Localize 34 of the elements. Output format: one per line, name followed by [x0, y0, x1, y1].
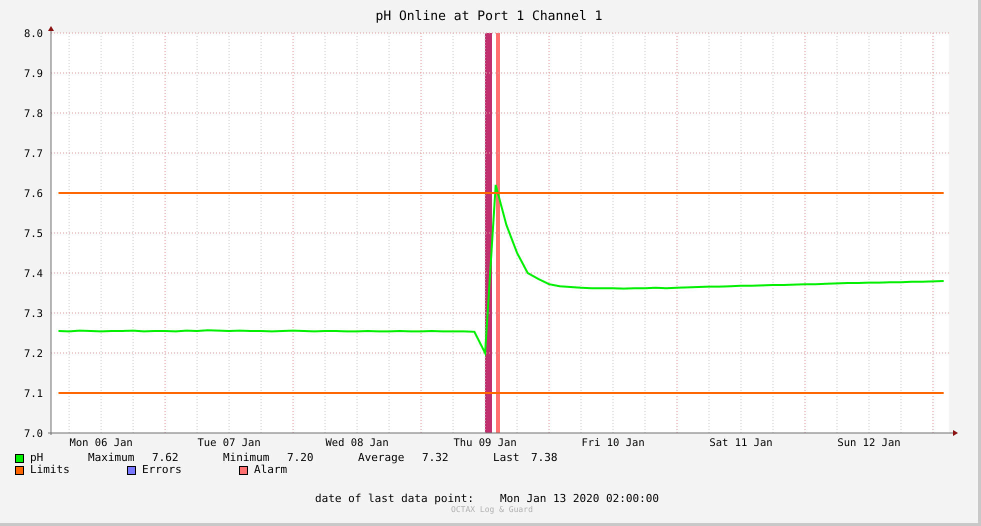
axis-label: 7.9 [24, 68, 43, 80]
stat-value: 7.38 [531, 452, 558, 464]
axis-label: Sat 11 Jan [709, 437, 773, 449]
legend-label: Errors [142, 464, 183, 476]
axis-label: 7.7 [24, 148, 43, 160]
stat-label: Minimum [223, 452, 270, 464]
axis-label: 7.6 [24, 188, 43, 200]
axis-label: Sun 12 Jan [837, 437, 901, 449]
legend-label: Alarm [254, 464, 288, 476]
credit-text: OCTAX Log & Guard [451, 505, 533, 514]
axis-label: 7.4 [24, 268, 43, 280]
axis-label: 7.8 [24, 108, 43, 120]
axis-label: 7.0 [24, 428, 43, 440]
axis-label: Tue 07 Jan [198, 437, 261, 449]
axis-label: 7.1 [24, 388, 43, 400]
axis-label: Wed 08 Jan [325, 437, 389, 449]
stat-value: 7.20 [287, 452, 314, 464]
stat-value: 7.32 [422, 452, 450, 464]
stat-label: Maximum [88, 452, 136, 464]
legend-label: Limits [30, 464, 71, 476]
axis-label: 7.2 [24, 348, 43, 360]
axis-label: Fri 10 Jan [581, 437, 645, 449]
axis-label: 7.5 [24, 228, 43, 240]
stat-label: Average [358, 452, 406, 464]
legend-label: pH [30, 452, 44, 464]
stat-value: 7.62 [152, 452, 180, 464]
axis-label: 7.3 [24, 308, 43, 320]
footer-label: date of last data point: [315, 493, 475, 505]
stat-label: Last [493, 452, 520, 464]
axis-label: 8.0 [24, 28, 43, 40]
chart-title: pH Online at Port 1 Channel 1 [376, 9, 602, 25]
last-data-date: Mon Jan 13 2020 02:00:00 [500, 493, 659, 505]
axis-label: Thu 09 Jan [453, 437, 517, 449]
axis-label: Mon 06 Jan [70, 437, 133, 449]
